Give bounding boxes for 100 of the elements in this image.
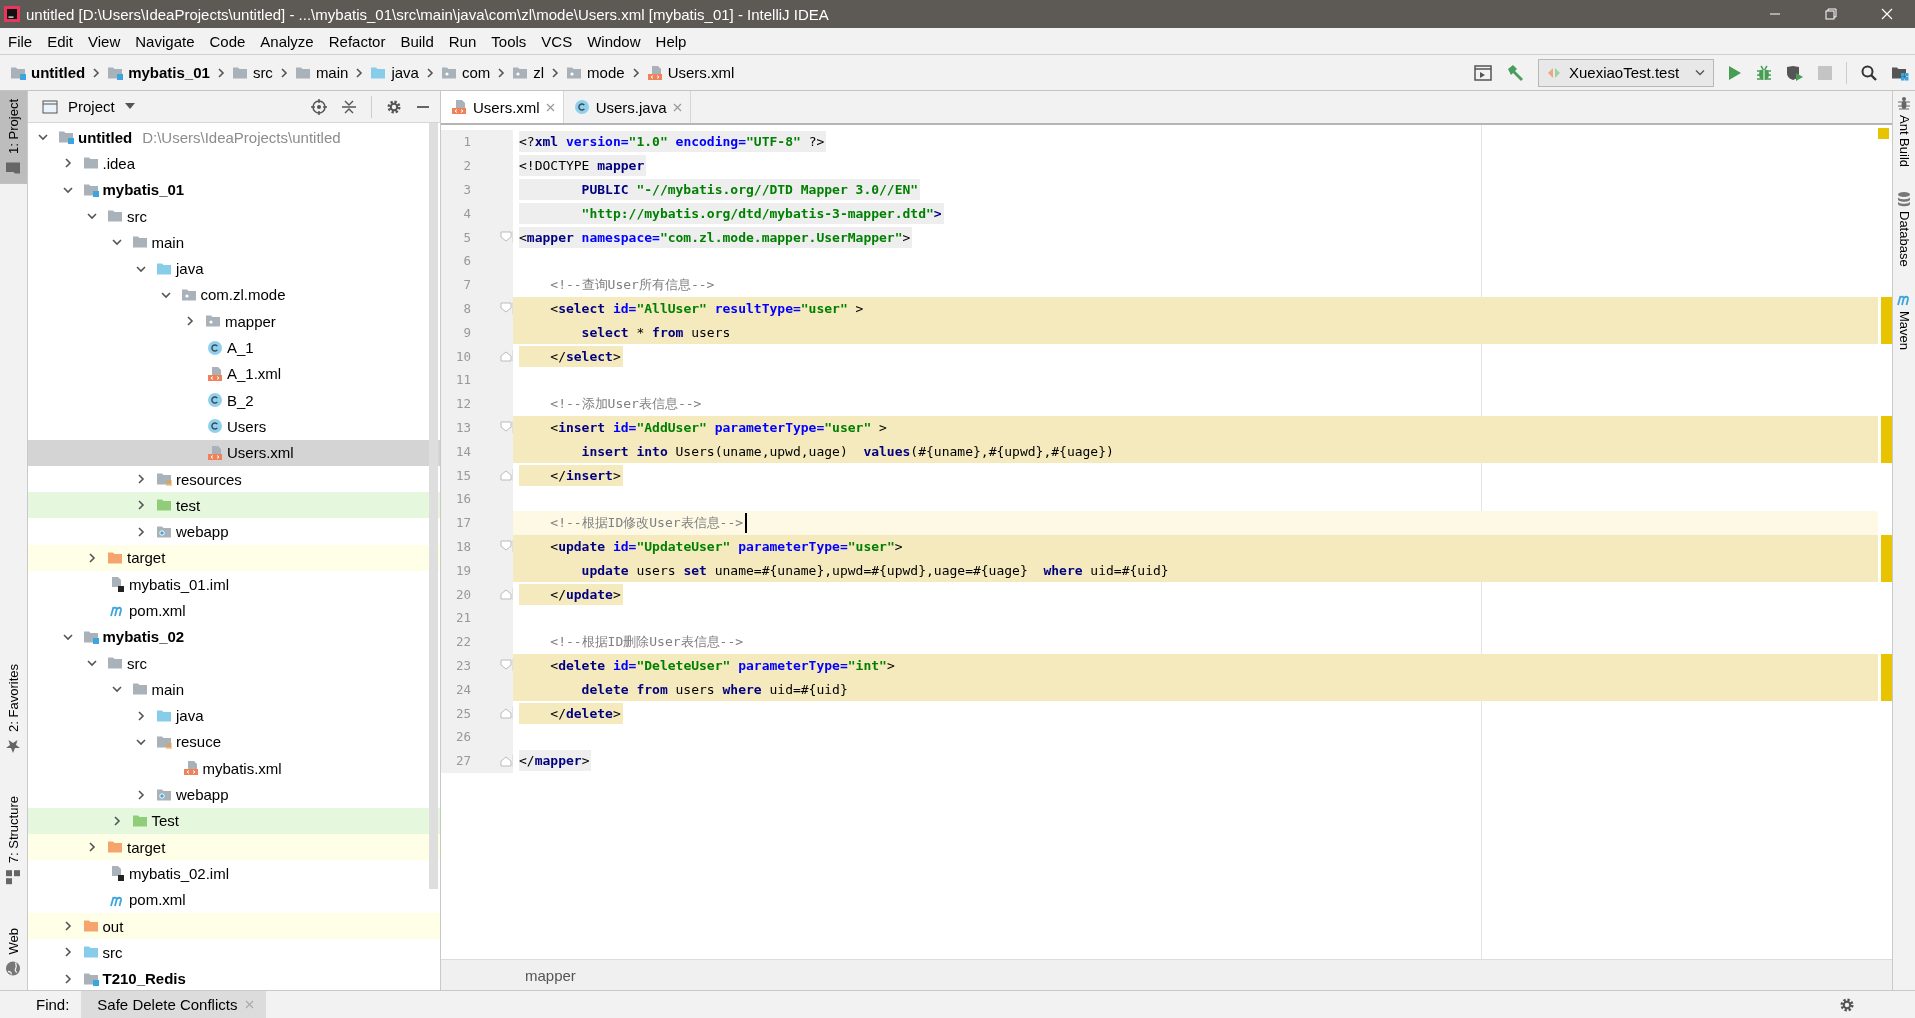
tree-item[interactable]: com.zl.mode bbox=[28, 281, 440, 309]
breadcrumb-item[interactable]: mapper bbox=[525, 966, 576, 984]
fold-marker-icon[interactable] bbox=[500, 350, 512, 363]
menu-item[interactable]: Code bbox=[202, 32, 254, 50]
menu-item[interactable]: View bbox=[81, 32, 129, 50]
menu-item[interactable]: Navigate bbox=[128, 32, 203, 50]
tree-item[interactable]: main bbox=[28, 229, 440, 256]
chevron-icon[interactable] bbox=[87, 842, 97, 853]
tree-item[interactable]: target bbox=[28, 834, 440, 861]
breadcrumb-item[interactable]: Users.xml bbox=[646, 64, 735, 81]
menu-item[interactable]: Build bbox=[393, 32, 442, 50]
tree-item[interactable]: resuce bbox=[28, 728, 440, 756]
chevron-icon[interactable] bbox=[136, 474, 146, 484]
chevron-icon[interactable] bbox=[62, 158, 73, 169]
tree-item[interactable]: mybatis_01 bbox=[28, 176, 440, 203]
tool-window-button[interactable]: 1: Project bbox=[0, 91, 27, 184]
chevron-icon[interactable] bbox=[185, 316, 195, 327]
chevron-icon[interactable] bbox=[136, 710, 146, 721]
menu-item[interactable]: Analyze bbox=[253, 32, 322, 50]
tree-item[interactable]: main bbox=[28, 676, 440, 703]
tree-item[interactable]: java bbox=[28, 702, 440, 729]
locate-icon[interactable] bbox=[311, 98, 327, 115]
breadcrumb-item[interactable]: com bbox=[440, 64, 491, 81]
editor-tab[interactable]: Users.java bbox=[563, 91, 691, 123]
tree-item[interactable]: java bbox=[28, 255, 440, 282]
menu-item[interactable]: Refactor bbox=[321, 32, 394, 50]
chevron-icon[interactable] bbox=[111, 815, 122, 826]
chevron-icon[interactable] bbox=[62, 184, 73, 195]
tree-item[interactable]: pom.xml bbox=[28, 597, 440, 624]
tree-item[interactable]: .idea bbox=[28, 150, 440, 177]
find-tab[interactable]: Safe Delete Conflicts bbox=[81, 991, 267, 1018]
run-window-icon[interactable] bbox=[1474, 64, 1492, 81]
close-icon[interactable] bbox=[545, 102, 555, 112]
menu-item[interactable]: Help bbox=[648, 32, 695, 50]
tree-item[interactable]: untitled D:\Users\IdeaProjects\untitled bbox=[28, 124, 440, 151]
editor-tab[interactable]: Users.xml bbox=[441, 91, 564, 123]
coverage-icon[interactable] bbox=[1786, 64, 1804, 81]
menu-item[interactable]: File bbox=[1, 32, 41, 50]
fold-marker-icon[interactable] bbox=[500, 540, 512, 553]
breadcrumb-item[interactable]: mode bbox=[566, 64, 625, 81]
chevron-icon[interactable] bbox=[136, 500, 146, 511]
menu-item[interactable]: Window bbox=[580, 32, 649, 50]
tree-item[interactable]: B_2 bbox=[28, 386, 440, 414]
tree-item[interactable]: mapper bbox=[28, 308, 440, 335]
chevron-icon[interactable] bbox=[87, 552, 97, 563]
tree-item[interactable]: pom.xml bbox=[28, 886, 440, 913]
chevron-icon[interactable] bbox=[160, 289, 171, 300]
tool-window-button[interactable]: 2: Favorites bbox=[0, 656, 27, 763]
breadcrumb-item[interactable]: src bbox=[231, 64, 273, 81]
menu-item[interactable]: Run bbox=[441, 32, 485, 50]
menu-item[interactable]: Tools bbox=[484, 32, 535, 50]
fold-marker-icon[interactable] bbox=[500, 469, 512, 482]
chevron-icon[interactable] bbox=[111, 237, 122, 248]
breadcrumb-item[interactable]: zl bbox=[512, 64, 545, 81]
tree-item[interactable]: mybatis_01.iml bbox=[28, 571, 440, 598]
tree-item[interactable]: Test bbox=[28, 807, 440, 834]
fold-marker-icon[interactable] bbox=[500, 231, 512, 244]
tree-item[interactable]: Users.xml bbox=[28, 439, 440, 466]
fold-marker-icon[interactable] bbox=[500, 707, 512, 719]
settings-icon[interactable] bbox=[1839, 996, 1855, 1013]
search-icon[interactable] bbox=[1861, 64, 1877, 81]
menu-item[interactable]: VCS bbox=[534, 32, 581, 50]
chevron-icon[interactable] bbox=[136, 263, 146, 274]
breadcrumb-item[interactable]: main bbox=[294, 64, 349, 81]
collapse-all-icon[interactable] bbox=[341, 98, 357, 115]
tree-item[interactable]: webapp bbox=[28, 518, 440, 545]
tree-item[interactable]: out bbox=[28, 912, 440, 940]
chevron-icon[interactable] bbox=[136, 526, 146, 537]
tool-window-button[interactable]: Maven bbox=[1893, 290, 1915, 350]
tree-item[interactable]: webapp bbox=[28, 781, 440, 808]
chevron-icon[interactable] bbox=[87, 211, 97, 222]
tree-item[interactable]: Users bbox=[28, 413, 440, 440]
fold-marker-icon[interactable] bbox=[500, 588, 512, 601]
tool-window-button[interactable]: Web bbox=[0, 919, 27, 984]
fold-marker-icon[interactable] bbox=[500, 302, 512, 315]
run-icon[interactable] bbox=[1728, 64, 1742, 81]
tool-window-button[interactable]: Database bbox=[1893, 191, 1915, 267]
run-configuration-dropdown[interactable]: XuexiaoTest.test bbox=[1538, 58, 1714, 87]
fold-marker-icon[interactable] bbox=[500, 754, 512, 767]
tree-item[interactable]: src bbox=[28, 939, 440, 966]
hammer-icon[interactable] bbox=[1506, 63, 1524, 82]
view-dropdown[interactable]: Project bbox=[68, 98, 115, 115]
tool-window-button[interactable]: 7: Structure bbox=[0, 788, 27, 894]
breadcrumb-item[interactable]: untitled bbox=[10, 64, 86, 81]
tree-item[interactable]: resources bbox=[28, 465, 440, 493]
tree-item[interactable]: mybatis.xml bbox=[28, 755, 440, 782]
chevron-icon[interactable] bbox=[62, 921, 73, 932]
menu-item[interactable]: Edit bbox=[40, 32, 82, 50]
scrollbar[interactable] bbox=[429, 123, 438, 889]
tree-item[interactable]: A_1 bbox=[28, 334, 440, 361]
tree-item[interactable]: test bbox=[28, 492, 440, 519]
tree-item[interactable]: A_1.xml bbox=[28, 360, 440, 387]
chevron-icon[interactable] bbox=[136, 789, 146, 800]
debug-icon[interactable] bbox=[1756, 64, 1772, 81]
tree-item[interactable]: mybatis_02 bbox=[28, 623, 440, 650]
tree-item[interactable]: target bbox=[28, 544, 440, 572]
tree-item[interactable]: mybatis_02.iml bbox=[28, 860, 440, 887]
fold-marker-icon[interactable] bbox=[500, 421, 512, 434]
breadcrumb-item[interactable]: mybatis_01 bbox=[107, 64, 210, 81]
fold-marker-icon[interactable] bbox=[500, 659, 512, 672]
